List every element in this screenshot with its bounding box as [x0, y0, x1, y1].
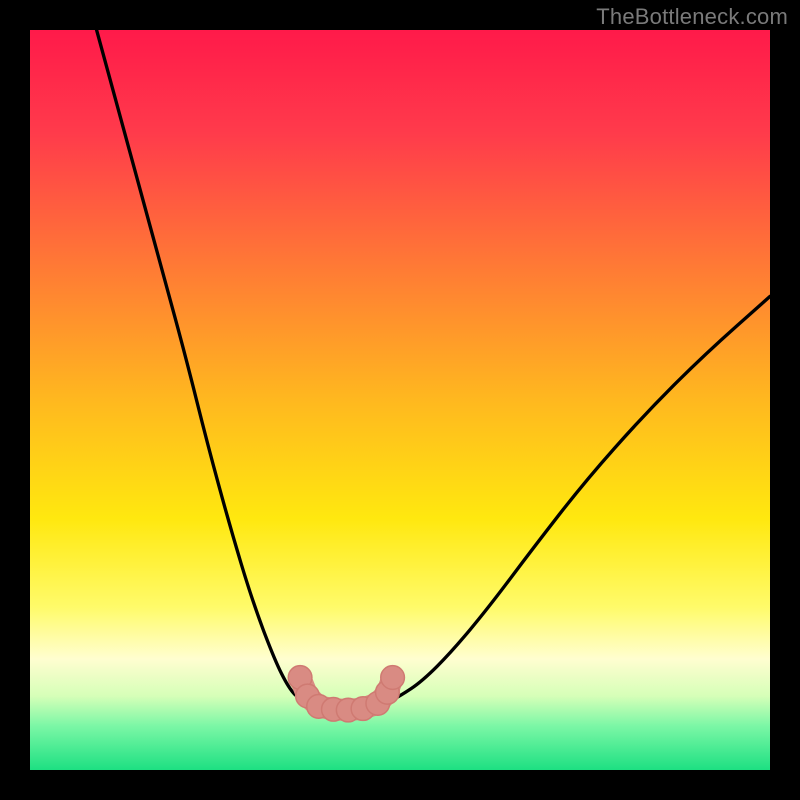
watermark-text: TheBottleneck.com [596, 4, 788, 30]
marker-dot [381, 666, 405, 690]
marker-dots [288, 666, 404, 722]
chart-svg [30, 30, 770, 770]
left-branch-curve [97, 30, 312, 703]
outer-frame: TheBottleneck.com [0, 0, 800, 800]
right-branch-curve [385, 296, 770, 703]
plot-area [30, 30, 770, 770]
